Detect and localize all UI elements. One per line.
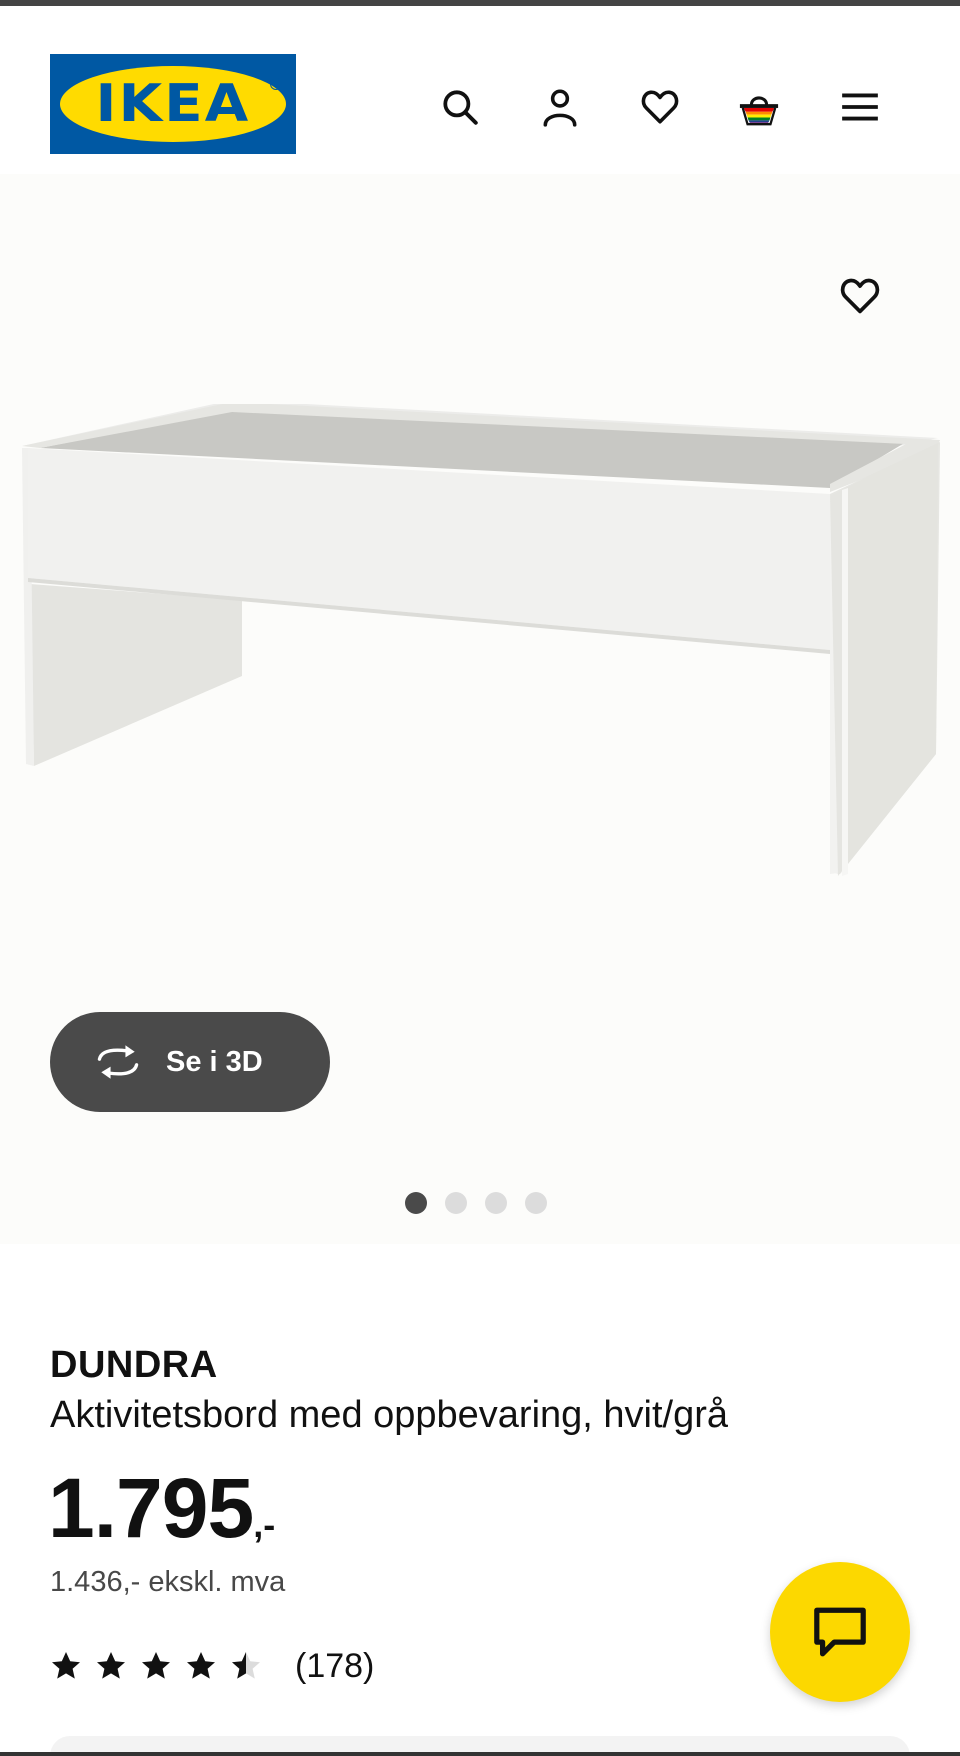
star-icon (187, 1652, 215, 1679)
gallery-dot-4[interactable] (524, 1192, 547, 1214)
product-gallery[interactable]: Se i 3D (0, 174, 960, 1244)
product-name: DUNDRA (50, 1344, 218, 1386)
basket-icon[interactable] (736, 84, 782, 130)
account-icon[interactable] (537, 84, 583, 130)
rotate-3d-icon (92, 1042, 148, 1082)
price-suffix: ,- (253, 1504, 276, 1545)
product-price: 1.795 ,- (48, 1460, 275, 1557)
search-icon[interactable] (437, 84, 483, 130)
site-header: IKEA (0, 6, 960, 174)
star-icon (52, 1652, 80, 1679)
price-excl-vat: 1.436,- ekskl. mva (50, 1566, 286, 1598)
product-image (22, 404, 940, 876)
gallery-dot-3[interactable] (484, 1192, 507, 1214)
star-icon (142, 1652, 170, 1679)
menu-icon[interactable] (837, 84, 883, 130)
gallery-dot-1[interactable] (404, 1192, 427, 1214)
chat-icon (814, 1607, 866, 1657)
bottom-system-strip (0, 1752, 960, 1756)
price-integer: 1.795 (48, 1461, 254, 1555)
ikea-logo[interactable]: IKEA (50, 54, 296, 154)
heart-icon[interactable] (637, 84, 683, 130)
favourite-heart-icon[interactable] (836, 272, 884, 320)
gallery-pagination (0, 1192, 960, 1216)
logo-text: IKEA (95, 74, 251, 134)
chat-button[interactable] (770, 1562, 910, 1702)
registered-mark (270, 78, 282, 90)
star-icon (232, 1652, 260, 1679)
view-3d-button[interactable]: Se i 3D (50, 1012, 330, 1112)
rating-stars (50, 1650, 275, 1682)
rating-summary[interactable]: (178) (50, 1644, 374, 1688)
gallery-dot-2[interactable] (444, 1192, 467, 1214)
review-count: (178) (295, 1646, 375, 1685)
product-description: Aktivitetsbord med oppbevaring, hvit/grå (50, 1394, 729, 1436)
view-3d-label: Se i 3D (166, 1045, 263, 1078)
star-icon (97, 1652, 125, 1679)
